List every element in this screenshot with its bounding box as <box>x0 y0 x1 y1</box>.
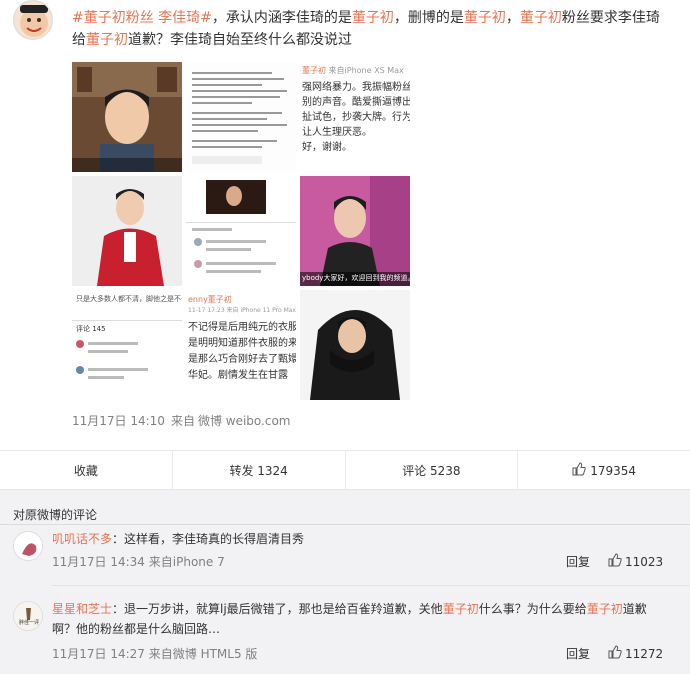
post-text-segment: 道歉？李佳琦自始至终什么都没说过 <box>128 32 352 48</box>
post-image-1[interactable] <box>72 62 182 172</box>
post-text: #董子初粉丝 李佳琦#，承认内涵李佳琦的是董子初，删博的是董子初，董子初粉丝要求… <box>72 7 662 51</box>
post-timestamp[interactable]: 11月17日 14:10 <box>72 414 165 428</box>
post-image-5[interactable] <box>186 176 296 286</box>
comment-like-count: 11272 <box>625 646 664 661</box>
comment-text-segment: ：退一万步讲，就算lj最后微错了，那也是给百雀羚道歉，关他 <box>112 602 443 616</box>
comment-button[interactable]: 评论 5238 <box>346 451 519 490</box>
post-text-segment: ， <box>505 10 520 26</box>
comment-source: 来自iPhone 7 <box>148 555 225 569</box>
highlight-link[interactable]: #董子初粉丝 李佳琦# <box>72 10 212 26</box>
comment-time: 11月17日 14:34 <box>52 555 145 569</box>
comment-separator <box>52 585 690 586</box>
post-image-grid: 董子初 来自iPhone XS Max 强网络暴力。我振幅粉丝 别的声音。酷爱撕… <box>72 62 410 400</box>
comment-text-segment: 啊？他的粉丝都是什么脑回路… <box>52 622 221 636</box>
comment-text-segment: ：这样看，李佳琦真的长得眉清目秀 <box>112 532 305 546</box>
comments-section: 对原微博的评论 叽叽话不多：这样看，李佳琦真的长得眉清目秀 11月17日 14:… <box>0 499 690 674</box>
comment-like-button[interactable]: 11023 <box>608 553 663 570</box>
post-source[interactable]: 微博 weibo.com <box>198 414 291 428</box>
user-avatar[interactable] <box>13 0 53 40</box>
favorite-button[interactable]: 收藏 <box>0 451 173 490</box>
reply-button[interactable]: 回复 <box>566 553 590 570</box>
avatar-text: 胖佳一评 <box>18 620 39 626</box>
commenter-avatar[interactable]: 胖佳一评 <box>13 601 43 631</box>
comment-text-segment: 道歉 <box>622 602 647 616</box>
highlight-link[interactable]: 董子初 <box>352 10 394 26</box>
highlight-link[interactable]: 董子初 <box>443 602 479 616</box>
thumbs-up-icon <box>608 553 622 570</box>
post-image-9[interactable] <box>300 290 410 400</box>
post-image-4[interactable] <box>72 176 182 286</box>
commenter-avatar[interactable] <box>13 531 43 561</box>
comment-text: ：退一万步讲，就算lj最后微错了，那也是给百雀羚道歉，关他董子初什么事？为什么要… <box>52 602 647 636</box>
post-image-6[interactable]: ybody大家好，欢迎回到我的频道。 <box>300 176 410 286</box>
post-image-7[interactable]: 只是大多数人都不清，脚他之是不也清 评论 145 <box>72 290 182 400</box>
post-image-8[interactable]: enny董子初 11-17 17:23 来自 iPhone 11 Pro Max… <box>186 290 296 400</box>
post-text-segment: ，承认内涵李佳琦的是 <box>211 10 352 26</box>
comments-title: 对原微博的评论 <box>13 508 98 522</box>
source-prefix: 来自 <box>170 414 195 428</box>
comment-username[interactable]: 叽叽话不多 <box>52 532 112 546</box>
repost-button[interactable]: 转发 1324 <box>173 451 346 490</box>
highlight-link[interactable]: 董子初 <box>587 602 623 616</box>
comment-text-segment: 什么事？为什么要给 <box>478 602 587 616</box>
highlight-link[interactable]: 董子初 <box>520 10 562 26</box>
comment-like-button[interactable]: 11272 <box>608 645 663 662</box>
highlight-link[interactable]: 董子初 <box>86 32 128 48</box>
highlight-link[interactable]: 董子初 <box>464 10 506 26</box>
comment-source: 来自微博 HTML5 版 <box>148 647 258 661</box>
like-button[interactable]: 179354 <box>518 451 690 490</box>
comment-username[interactable]: 星星和芝士 <box>52 602 112 616</box>
reply-button[interactable]: 回复 <box>566 645 590 662</box>
thumbs-up-icon <box>572 462 586 479</box>
comment-like-count: 11023 <box>625 554 664 569</box>
weibo-post-card: #董子初粉丝 李佳琦#，承认内涵李佳琦的是董子初，删博的是董子初，董子初粉丝要求… <box>0 0 690 490</box>
thumbs-up-icon <box>608 645 622 662</box>
post-text-segment: ，删博的是 <box>393 10 464 26</box>
post-image-3[interactable]: 董子初 来自iPhone XS Max 强网络暴力。我振幅粉丝 别的声音。酷爱撕… <box>300 62 410 172</box>
post-action-bar: 收藏 转发 1324 评论 5238 179354 <box>0 450 690 490</box>
comment-text: ：这样看，李佳琦真的长得眉清目秀 <box>112 532 304 546</box>
comments-divider <box>0 524 690 525</box>
post-image-2[interactable] <box>186 62 296 172</box>
comment-time: 11月17日 14:27 <box>52 647 145 661</box>
post-meta: 11月17日 14:10 来自 微博 weibo.com <box>72 412 297 429</box>
